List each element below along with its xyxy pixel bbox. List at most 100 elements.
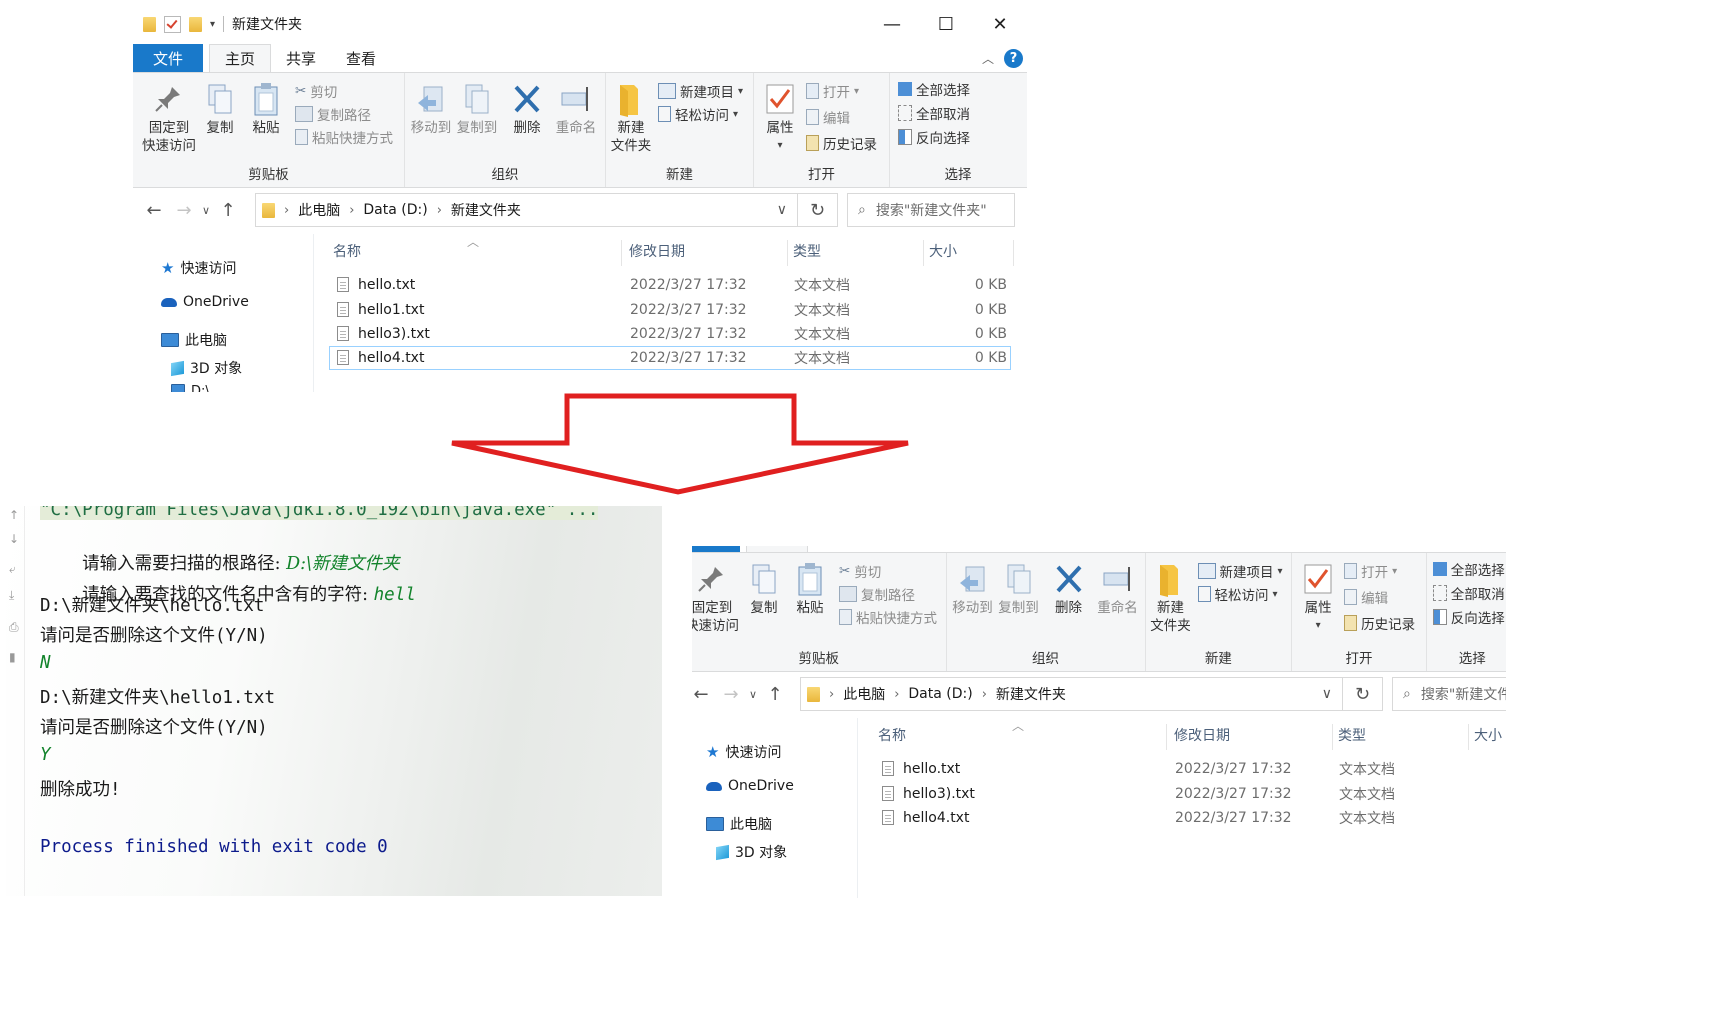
history-button[interactable]: 历史记录	[1344, 613, 1415, 633]
file-row[interactable]: hello1.txt 2022/3/27 17:32 文本文档 0 KB	[329, 298, 1011, 322]
nav-3d-objects[interactable]: 3D 对象	[171, 358, 242, 378]
select-all-button[interactable]: 全部选择	[898, 79, 970, 99]
nav-this-pc[interactable]: 此电脑	[706, 814, 772, 834]
breadcrumb-folder[interactable]: 新建文件夹	[451, 200, 521, 220]
search-box[interactable]: ⌕ 搜索"新建文件夹"	[847, 193, 1015, 227]
move-to-button[interactable]: 移动到	[409, 81, 453, 137]
file-row-selected[interactable]: hello4.txt 2022/3/27 17:32 文本文档 0 KB	[329, 346, 1011, 370]
address-dropdown-icon[interactable]: ∨	[777, 202, 787, 218]
edit-button[interactable]: 编辑	[806, 107, 850, 127]
nav-drive-d[interactable]: D:\	[171, 384, 210, 392]
wrap-icon[interactable]: ⤶	[9, 562, 16, 577]
copy-to-button[interactable]: 复制到	[455, 81, 499, 137]
clear-icon[interactable]: ▮	[9, 650, 16, 664]
maximize-icon[interactable]: ☐	[919, 4, 973, 44]
back-arrow-icon[interactable]: ←	[692, 684, 716, 705]
copy-to-button[interactable]: 复制到	[997, 561, 1041, 617]
open-button[interactable]: 打开 ▾	[806, 81, 859, 101]
collapse-ribbon-icon[interactable]: ︿	[982, 50, 994, 67]
up-arrow-icon[interactable]: ↑	[760, 684, 790, 705]
file-row[interactable]: hello3).txt 2022/3/27 17:32 文本文档 0 KB	[329, 322, 1011, 346]
select-none-button[interactable]: 全部取消	[898, 103, 970, 123]
breadcrumb-this-pc[interactable]: 此电脑	[298, 200, 340, 220]
nav-onedrive[interactable]: OneDrive	[161, 294, 249, 310]
edit-button[interactable]: 编辑	[1344, 587, 1388, 607]
column-size[interactable]: 大小	[1474, 718, 1502, 752]
paste-shortcut-button[interactable]: 粘贴快捷方式	[295, 127, 393, 147]
rename-button[interactable]: 重命名	[551, 81, 601, 137]
breadcrumb-drive[interactable]: Data (D:)	[363, 202, 427, 218]
nav-quick-access[interactable]: ★ 快速访问	[706, 742, 781, 762]
copy-path-button[interactable]: 复制路径	[839, 584, 915, 604]
search-box[interactable]: ⌕ 搜索"新建文件夹"	[1392, 677, 1506, 711]
close-icon[interactable]: ✕	[973, 4, 1027, 44]
back-arrow-icon[interactable]: ←	[139, 200, 169, 221]
recent-dropdown-icon[interactable]: ∨	[199, 204, 213, 217]
column-type[interactable]: 类型	[793, 234, 821, 268]
address-box[interactable]: › 此电脑 › Data (D:) › 新建文件夹 ∨	[255, 193, 798, 227]
nav-quick-access[interactable]: ★ 快速访问	[161, 258, 236, 278]
move-to-button[interactable]: 移动到	[951, 561, 995, 617]
delete-button[interactable]: 删除	[1049, 561, 1089, 617]
address-dropdown-icon[interactable]: ∨	[1322, 686, 1332, 702]
forward-arrow-icon[interactable]: →	[716, 684, 746, 705]
delete-button[interactable]: 删除	[507, 81, 547, 137]
copy-button[interactable]: 复制	[201, 81, 239, 137]
scroll-end-icon[interactable]: ⤓	[9, 588, 14, 603]
new-folder-button[interactable]: 新建 文件夹	[608, 81, 654, 155]
open-button[interactable]: 打开 ▾	[1344, 561, 1397, 581]
minimize-icon[interactable]: —	[865, 4, 919, 44]
history-button[interactable]: 历史记录	[806, 133, 877, 153]
paste-shortcut-button[interactable]: 粘贴快捷方式	[839, 607, 937, 627]
print-icon[interactable]: ⎙	[9, 620, 19, 635]
column-name[interactable]: 名称	[333, 234, 361, 268]
select-all-button[interactable]: 全部选择	[1432, 559, 1505, 579]
file-row[interactable]: hello.txt 2022/3/27 17:32 文本文档 0 KB	[329, 273, 1011, 297]
file-row[interactable]: hello3).txt 2022/3/27 17:32 文本文档	[874, 782, 1506, 806]
easy-access-button[interactable]: 轻松访问 ▾	[658, 104, 738, 124]
properties-button[interactable]: 属性 ▾	[758, 81, 802, 155]
refresh-button[interactable]: ↻	[1343, 677, 1383, 711]
nav-this-pc[interactable]: 此电脑	[161, 330, 227, 350]
refresh-button[interactable]: ↻	[798, 193, 838, 227]
breadcrumb-this-pc[interactable]: 此电脑	[843, 684, 885, 704]
file-row[interactable]: hello.txt 2022/3/27 17:32 文本文档	[874, 757, 1506, 781]
properties-button[interactable]: 属性 ▾	[1296, 561, 1340, 635]
nav-onedrive[interactable]: OneDrive	[706, 778, 794, 794]
recent-dropdown-icon[interactable]: ∨	[746, 688, 760, 701]
forward-arrow-icon[interactable]: →	[169, 200, 199, 221]
invert-selection-button[interactable]: 反向选择	[1432, 607, 1505, 627]
help-icon[interactable]: ?	[1004, 48, 1023, 68]
invert-selection-button[interactable]: 反向选择	[898, 127, 970, 147]
paste-button[interactable]: 粘贴	[247, 81, 285, 137]
tab-file[interactable]: 文件	[133, 44, 203, 72]
copy-path-button[interactable]: 复制路径	[295, 104, 371, 124]
pin-quick-access-button[interactable]: 固定到 快速访问	[139, 81, 199, 155]
breadcrumb-drive[interactable]: Data (D:)	[908, 686, 972, 702]
tab-home[interactable]: 主页	[209, 44, 271, 72]
easy-access-button[interactable]: 轻松访问 ▾	[1197, 584, 1278, 604]
new-folder-button[interactable]: 新建 文件夹	[1148, 561, 1194, 635]
new-folder-icon[interactable]	[189, 16, 202, 32]
tab-share[interactable]: 共享	[271, 44, 331, 72]
copy-button[interactable]: 复制	[745, 561, 783, 617]
column-name[interactable]: 名称	[878, 718, 906, 752]
pin-quick-access-button[interactable]: 固定到 快速访问	[692, 561, 742, 635]
scroll-down-icon[interactable]: ↓	[9, 532, 19, 546]
cut-button[interactable]: ✂ 剪切	[295, 81, 337, 101]
rename-button[interactable]: 重命名	[1093, 561, 1143, 617]
nav-3d-objects[interactable]: 3D 对象	[716, 842, 787, 862]
cut-button[interactable]: ✂ 剪切	[839, 561, 881, 581]
tab-view[interactable]: 查看	[331, 44, 391, 72]
column-type[interactable]: 类型	[1338, 718, 1366, 752]
properties-check-icon[interactable]	[164, 15, 181, 33]
file-row[interactable]: hello4.txt 2022/3/27 17:32 文本文档	[874, 806, 1506, 830]
address-box[interactable]: › 此电脑 › Data (D:) › 新建文件夹 ∨	[800, 677, 1343, 711]
customize-dropdown-icon[interactable]: ▾	[210, 19, 215, 30]
column-size[interactable]: 大小	[929, 234, 957, 268]
scroll-up-icon[interactable]: ↑	[9, 508, 19, 522]
column-modified[interactable]: 修改日期	[629, 234, 685, 268]
new-item-button[interactable]: 新建项目 ▾	[658, 81, 743, 101]
column-modified[interactable]: 修改日期	[1174, 718, 1230, 752]
breadcrumb-folder[interactable]: 新建文件夹	[996, 684, 1066, 704]
